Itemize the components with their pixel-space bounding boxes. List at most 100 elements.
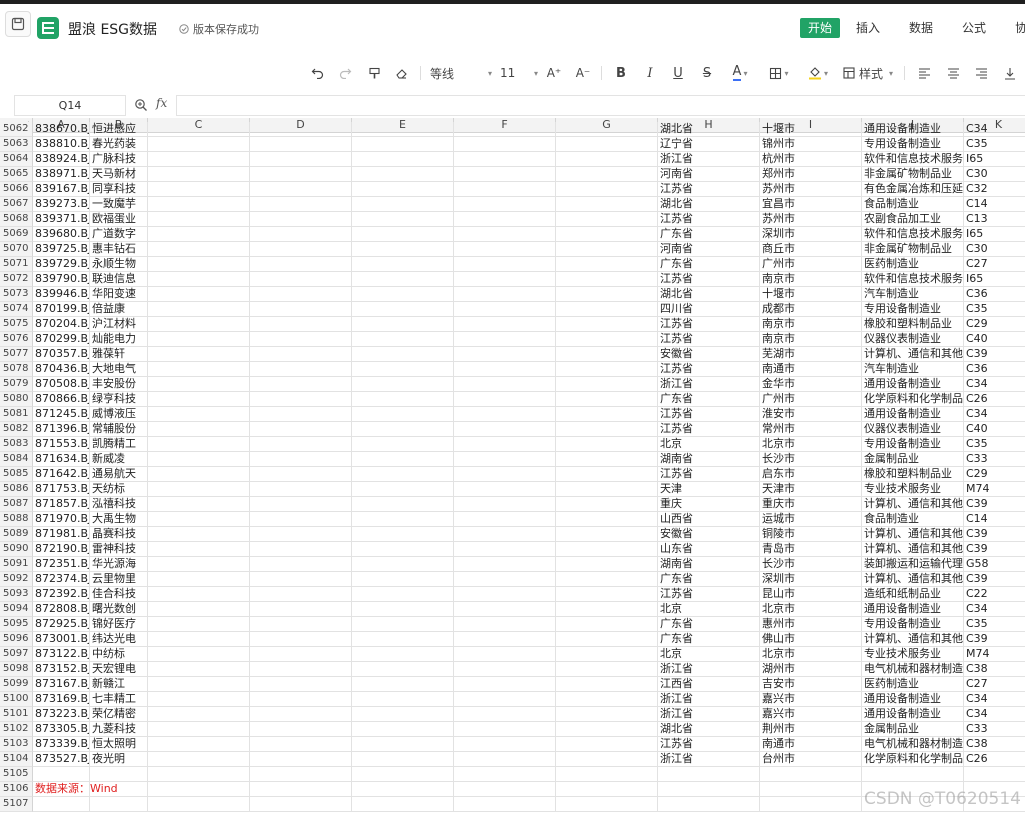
- cell-a[interactable]: 872392.BJ: [33, 587, 90, 602]
- cell-k[interactable]: C34: [964, 407, 1025, 422]
- cell-a[interactable]: 873001.BJ: [33, 632, 90, 647]
- cell-e[interactable]: [352, 362, 454, 377]
- cell-d[interactable]: [250, 482, 352, 497]
- cell-f[interactable]: [454, 152, 556, 167]
- cell-h[interactable]: 北京: [658, 602, 760, 617]
- cell-h[interactable]: 江苏省: [658, 362, 760, 377]
- cell-a[interactable]: 870436.BJ: [33, 362, 90, 377]
- cell-i[interactable]: 铜陵市: [760, 527, 862, 542]
- cell-g[interactable]: [556, 167, 658, 182]
- cell-c[interactable]: [148, 782, 250, 797]
- cell-e[interactable]: [352, 317, 454, 332]
- cell-j[interactable]: 计算机、通信和其他电子设备制造业: [862, 527, 964, 542]
- cell-j[interactable]: 农副食品加工业: [862, 212, 964, 227]
- tab-formula[interactable]: 公式: [954, 18, 994, 38]
- cell-b[interactable]: 灿能电力: [90, 332, 148, 347]
- cell-h[interactable]: 湖北省: [658, 122, 760, 137]
- cell-d[interactable]: [250, 377, 352, 392]
- cell-k[interactable]: C34: [964, 692, 1025, 707]
- cell-i[interactable]: 长沙市: [760, 452, 862, 467]
- cell-g[interactable]: [556, 407, 658, 422]
- cell-a[interactable]: 872925.BJ: [33, 617, 90, 632]
- cell-g[interactable]: [556, 527, 658, 542]
- cell-d[interactable]: [250, 707, 352, 722]
- strikethrough-button[interactable]: S: [699, 64, 715, 82]
- row-number[interactable]: 5097: [0, 647, 33, 662]
- cell-a[interactable]: 870508.BJ: [33, 377, 90, 392]
- cell-i[interactable]: 运城市: [760, 512, 862, 527]
- row-number[interactable]: 5083: [0, 437, 33, 452]
- row-number[interactable]: 5081: [0, 407, 33, 422]
- cell-h[interactable]: 河南省: [658, 167, 760, 182]
- cell-i[interactable]: 青岛市: [760, 542, 862, 557]
- cell-i[interactable]: 惠州市: [760, 617, 862, 632]
- tab-insert[interactable]: 插入: [848, 18, 888, 38]
- cell-b[interactable]: 广脉科技: [90, 152, 148, 167]
- cell-h[interactable]: 广东省: [658, 617, 760, 632]
- cell-f[interactable]: [454, 347, 556, 362]
- cell-e[interactable]: [352, 287, 454, 302]
- cell-c[interactable]: [148, 602, 250, 617]
- cell-i[interactable]: 十堰市: [760, 287, 862, 302]
- row-number[interactable]: 5076: [0, 332, 33, 347]
- cell-e[interactable]: [352, 632, 454, 647]
- cell-a[interactable]: 839790.BJ: [33, 272, 90, 287]
- cell-d[interactable]: [250, 272, 352, 287]
- cell-h[interactable]: 湖北省: [658, 197, 760, 212]
- cell-b[interactable]: 广道数字: [90, 227, 148, 242]
- cell-j[interactable]: 医药制造业: [862, 257, 964, 272]
- cell-c[interactable]: [148, 122, 250, 137]
- cell-c[interactable]: [148, 527, 250, 542]
- cell-c[interactable]: [148, 512, 250, 527]
- cell-f[interactable]: [454, 527, 556, 542]
- cell-d[interactable]: [250, 302, 352, 317]
- cell-e[interactable]: [352, 782, 454, 797]
- cell-i[interactable]: 苏州市: [760, 182, 862, 197]
- cell-i[interactable]: [760, 797, 862, 812]
- cell-d[interactable]: [250, 677, 352, 692]
- cell-b[interactable]: 大禹生物: [90, 512, 148, 527]
- cell-d[interactable]: [250, 407, 352, 422]
- cell-a[interactable]: 870866.BJ: [33, 392, 90, 407]
- cell-k[interactable]: M74: [964, 482, 1025, 497]
- cell-h[interactable]: 浙江省: [658, 152, 760, 167]
- cell-b[interactable]: 一致魔芋: [90, 197, 148, 212]
- cell-h[interactable]: 河南省: [658, 242, 760, 257]
- cell-e[interactable]: [352, 212, 454, 227]
- font-color-button[interactable]: A ▾: [727, 64, 753, 82]
- cell-d[interactable]: [250, 437, 352, 452]
- cell-g[interactable]: [556, 782, 658, 797]
- cell-h[interactable]: 北京: [658, 437, 760, 452]
- cell-f[interactable]: [454, 647, 556, 662]
- cell-k[interactable]: I65: [964, 227, 1025, 242]
- cell-k[interactable]: C38: [964, 662, 1025, 677]
- cell-b[interactable]: 华阳变速: [90, 287, 148, 302]
- cell-k[interactable]: [964, 767, 1025, 782]
- cell-d[interactable]: [250, 182, 352, 197]
- cell-i[interactable]: 湖州市: [760, 662, 862, 677]
- cell-i[interactable]: 常州市: [760, 422, 862, 437]
- font-shrink-button[interactable]: A⁻: [575, 64, 591, 82]
- clear-format-button[interactable]: [393, 64, 409, 82]
- cell-e[interactable]: [352, 242, 454, 257]
- cell-j[interactable]: 专用设备制造业: [862, 302, 964, 317]
- cell-b[interactable]: 荣亿精密: [90, 707, 148, 722]
- cell-a[interactable]: 873223.BJ: [33, 707, 90, 722]
- cell-d[interactable]: [250, 332, 352, 347]
- cell-k[interactable]: I65: [964, 272, 1025, 287]
- cell-g[interactable]: [556, 422, 658, 437]
- cell-e[interactable]: [352, 737, 454, 752]
- row-number[interactable]: 5063: [0, 137, 33, 152]
- save-button[interactable]: [5, 11, 31, 37]
- cell-c[interactable]: [148, 482, 250, 497]
- cell-j[interactable]: 通用设备制造业: [862, 377, 964, 392]
- cell-h[interactable]: 广东省: [658, 257, 760, 272]
- cell-a[interactable]: 872190.BJ: [33, 542, 90, 557]
- cell-c[interactable]: [148, 287, 250, 302]
- cell-i[interactable]: 南京市: [760, 332, 862, 347]
- cell-h[interactable]: 山东省: [658, 542, 760, 557]
- cell-a[interactable]: [33, 797, 90, 812]
- cell-i[interactable]: 南通市: [760, 362, 862, 377]
- cell-b[interactable]: 雅葆轩: [90, 347, 148, 362]
- cell-k[interactable]: C39: [964, 347, 1025, 362]
